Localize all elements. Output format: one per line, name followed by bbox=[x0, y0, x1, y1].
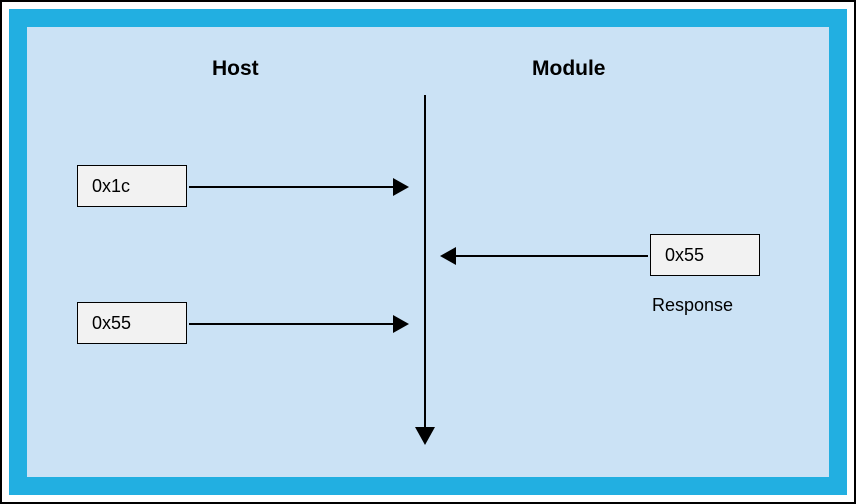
module-column-heading: Module bbox=[532, 57, 606, 81]
host-message-box-1: 0x1c bbox=[77, 165, 187, 207]
arrow-module-to-host-1 bbox=[442, 255, 648, 257]
host-column-heading: Host bbox=[212, 57, 259, 81]
arrowhead-right-icon bbox=[393, 315, 409, 333]
arrow-host-to-module-2 bbox=[189, 323, 407, 325]
timeline-arrowhead-down-icon bbox=[415, 427, 435, 445]
arrow-host-to-module-1 bbox=[189, 186, 407, 188]
module-message-box-1: 0x55 bbox=[650, 234, 760, 276]
diagram-panel: Host Module 0x1c 0x55 Response 0x55 bbox=[27, 27, 829, 477]
diagram-outer-border: Host Module 0x1c 0x55 Response 0x55 bbox=[0, 0, 856, 504]
diagram-blue-frame: Host Module 0x1c 0x55 Response 0x55 bbox=[9, 9, 847, 495]
response-label: Response bbox=[652, 295, 733, 316]
timeline-vertical-line bbox=[424, 95, 426, 433]
arrowhead-right-icon bbox=[393, 178, 409, 196]
host-message-box-2: 0x55 bbox=[77, 302, 187, 344]
arrowhead-left-icon bbox=[440, 247, 456, 265]
